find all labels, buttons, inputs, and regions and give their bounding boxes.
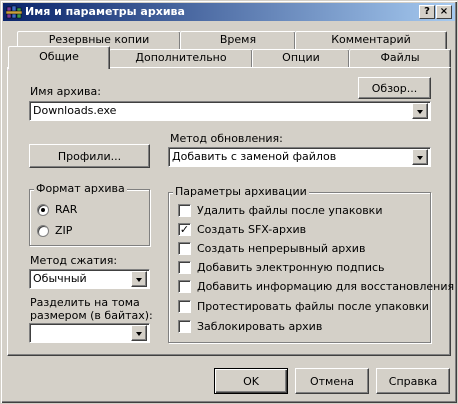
archive-name-label: Имя архива: — [30, 85, 101, 98]
checkbox-delete-files-label[interactable]: Удалить файлы после упаковки — [197, 204, 382, 217]
tab-comment[interactable]: Комментарий — [295, 31, 447, 49]
radio-zip-label[interactable]: ZIP — [55, 224, 72, 237]
compression-method-value: Обычный — [33, 272, 87, 285]
checkbox-digital-signature[interactable] — [178, 261, 191, 274]
checkbox-solid-archive-label[interactable]: Создать непрерывный архив — [197, 242, 365, 255]
radio-selected-dot — [41, 208, 45, 212]
help-button[interactable]: Справка — [376, 368, 450, 394]
close-button[interactable]: × — [436, 5, 452, 19]
compression-method-label: Метод сжатия: — [30, 254, 118, 267]
split-volumes-label-2: размером (в байтах): — [30, 309, 153, 322]
archive-params-title: Параметры архивации — [173, 185, 309, 198]
archive-app-icon — [5, 4, 23, 20]
title-bar[interactable]: Имя и параметры архива ? × — [3, 3, 455, 21]
chevron-down-icon[interactable] — [412, 149, 428, 165]
update-method-select[interactable]: Добавить с заменой файлов — [168, 147, 431, 167]
help-title-button[interactable]: ? — [419, 5, 435, 19]
ok-button[interactable]: OK — [214, 368, 288, 394]
split-volumes-combobox[interactable] — [29, 323, 150, 343]
window-title: Имя и параметры архива — [25, 5, 185, 18]
archive-name-combobox[interactable]: Downloads.exe — [29, 101, 431, 121]
radio-zip[interactable] — [37, 225, 49, 237]
checkbox-test-files-label[interactable]: Протестировать файлы после упаковки — [197, 300, 429, 313]
checkbox-test-files[interactable] — [178, 300, 191, 313]
tab-advanced[interactable]: Дополнительно — [109, 49, 253, 67]
chevron-down-icon[interactable] — [412, 103, 428, 119]
update-method-value: Добавить с заменой файлов — [172, 150, 337, 163]
archive-name-input[interactable]: Downloads.exe — [33, 104, 116, 117]
archive-format-group — [29, 189, 150, 246]
checkbox-create-sfx-label[interactable]: Создать SFX-архив — [197, 223, 306, 236]
cancel-button[interactable]: Отмена — [295, 368, 369, 394]
radio-rar[interactable] — [37, 204, 49, 216]
checkbox-create-sfx[interactable]: ✓ — [178, 223, 191, 236]
compression-method-select[interactable]: Обычный — [29, 269, 150, 289]
checkbox-delete-files[interactable] — [178, 204, 191, 217]
split-volumes-label: Разделить на тома — [30, 296, 140, 309]
tab-general[interactable]: Общие — [8, 46, 110, 69]
profiles-button[interactable]: Профили... — [29, 144, 150, 168]
checkbox-lock-archive-label[interactable]: Заблокировать архив — [197, 320, 322, 333]
tab-options[interactable]: Опции — [252, 49, 350, 67]
tab-files[interactable]: Файлы — [349, 49, 451, 67]
update-method-label: Метод обновления: — [170, 132, 283, 145]
chevron-down-icon[interactable] — [131, 271, 147, 287]
archive-format-title: Формат архива — [34, 182, 127, 195]
checkbox-lock-archive[interactable] — [178, 320, 191, 333]
browse-button[interactable]: Обзор... — [358, 77, 431, 99]
chevron-down-icon[interactable] — [131, 325, 147, 341]
checkbox-solid-archive[interactable] — [178, 242, 191, 255]
checkbox-digital-signature-label[interactable]: Добавить электронную подпись — [197, 261, 385, 274]
checkbox-recovery-info[interactable] — [178, 280, 191, 293]
radio-rar-label[interactable]: RAR — [55, 203, 77, 216]
tab-time[interactable]: Время — [180, 31, 296, 49]
checkbox-recovery-info-label[interactable]: Добавить информацию для восстановления — [197, 280, 454, 293]
